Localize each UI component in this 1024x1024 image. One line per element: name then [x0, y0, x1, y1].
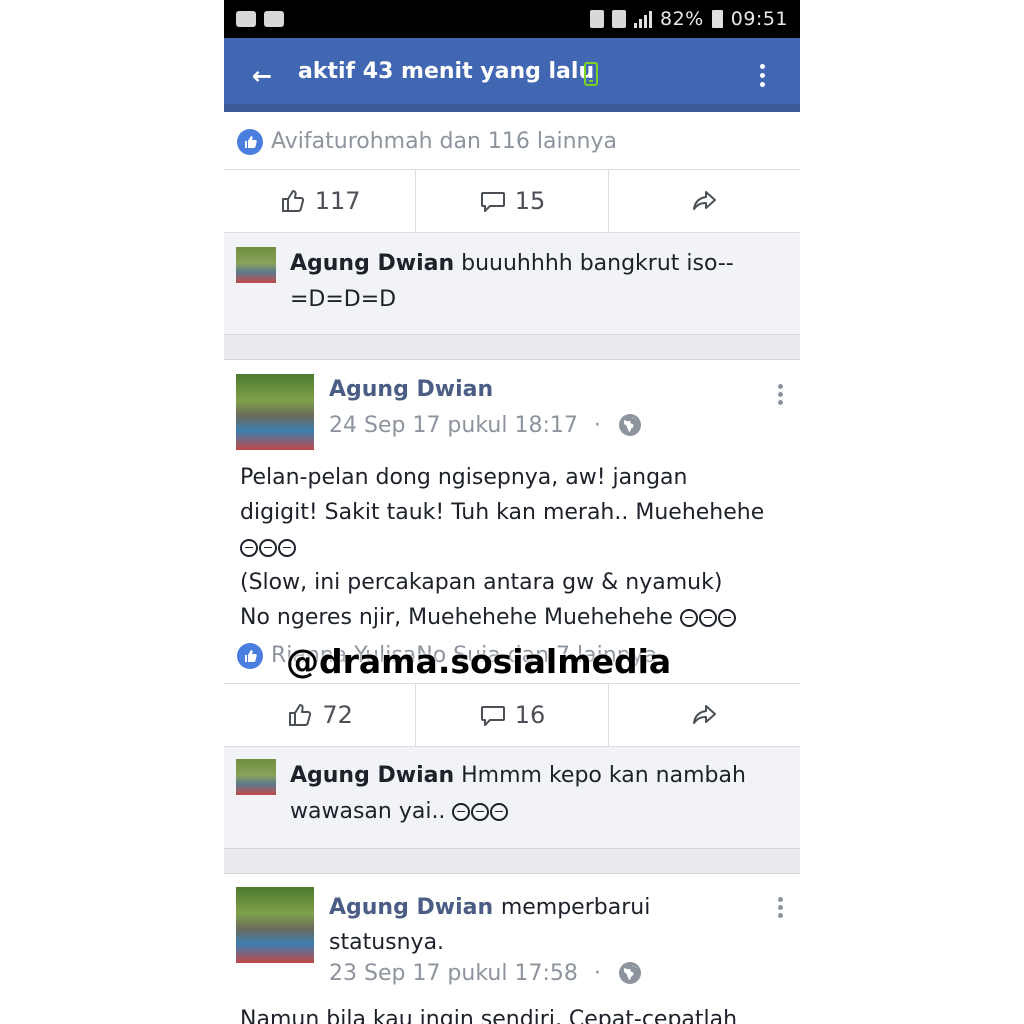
post-options-icon[interactable] [778, 897, 784, 921]
like-button[interactable]: 72 [224, 684, 417, 746]
public-globe-icon [618, 962, 641, 984]
back-arrow-icon[interactable]: ← [252, 62, 272, 90]
status-bar: 82% 09:51 [224, 0, 800, 38]
public-globe-icon [618, 414, 641, 436]
post-author-name[interactable]: Agung Dwian [329, 377, 493, 402]
clock: 09:51 [730, 8, 788, 30]
comment-text: Agung Dwian Hmmm kepo kan nambah wawasan… [290, 763, 746, 824]
comment-bubble-icon [480, 706, 505, 726]
post-meta: 23 Sep 17 pukul 17:58 · [329, 960, 643, 986]
share-arrow-icon [693, 705, 717, 724]
author-avatar[interactable] [236, 887, 314, 963]
grinning-emoji-icon [679, 609, 698, 627]
share-arrow-icon [693, 191, 717, 210]
commenter-avatar[interactable] [236, 759, 276, 795]
header-title: aktif 43 menit yang lalu [298, 59, 595, 84]
comment-preview[interactable]: Agung Dwian buuuhhhh bangkrut iso-- =D=D… [224, 233, 800, 335]
like-button[interactable]: 117 [224, 170, 417, 232]
likes-summary[interactable]: Avifaturohmah dan 116 lainnya [224, 114, 800, 170]
comment-count: 16 [514, 701, 546, 729]
watermark-text: @drama.sosialmedia [286, 642, 672, 681]
comment-button[interactable]: 15 [416, 170, 609, 232]
commenter-name[interactable]: Agung Dwian [290, 763, 454, 788]
like-count: 117 [314, 187, 361, 215]
grinning-emoji-icon [240, 539, 258, 557]
chat-notification-icon [264, 11, 284, 27]
commenter-avatar[interactable] [236, 247, 276, 283]
chat-header: ← aktif 43 menit yang lalu [224, 38, 800, 112]
overflow-menu-icon[interactable] [760, 64, 766, 91]
header-shadow [224, 104, 800, 112]
post-meta: 24 Sep 17 pukul 18:17 · [329, 412, 643, 438]
feed-separator [224, 335, 800, 360]
sim-icon [590, 10, 604, 28]
comment-bubble-icon [480, 192, 505, 212]
phone-screen: 82% 09:51 ← aktif 43 menit yang lalu Avi… [224, 0, 800, 1024]
thumbs-up-icon [281, 190, 304, 212]
feed-separator [224, 849, 800, 874]
comment-preview[interactable]: Agung Dwian Hmmm kepo kan nambah wawasan… [224, 747, 800, 849]
post-actions: 117 15 [224, 170, 800, 233]
post-actions: 72 16 [224, 684, 800, 747]
share-button[interactable] [609, 684, 800, 746]
author-avatar[interactable] [236, 374, 314, 450]
like-reaction-icon [237, 128, 263, 155]
comment-count: 15 [514, 187, 546, 215]
battery-percent: 82% [660, 8, 704, 30]
bbm-notification-icon [236, 11, 256, 27]
post-body: Namun bila kau ingin sendiri, Cepat-cepa… [240, 1007, 738, 1024]
post-author-name[interactable]: Agung Dwian [329, 895, 493, 920]
emoji-row [240, 530, 784, 565]
post-date[interactable]: 24 Sep 17 pukul 18:17 [329, 413, 578, 438]
comment-text: Agung Dwian buuuhhhh bangkrut iso-- =D=D… [290, 251, 734, 312]
grinning-emoji-icon [471, 803, 490, 821]
post-date[interactable]: 23 Sep 17 pukul 17:58 [329, 961, 578, 986]
battery-icon [711, 10, 723, 28]
comment-button[interactable]: 16 [416, 684, 609, 746]
grinning-emoji-icon [717, 609, 736, 627]
sim-signal-icon [612, 10, 626, 28]
like-reaction-icon [237, 642, 263, 669]
share-button[interactable] [609, 170, 800, 232]
commenter-name[interactable]: Agung Dwian [290, 251, 454, 276]
post-header-text: Agung Dwian memperbarui statusnya. [329, 895, 651, 955]
post-body: Pelan-pelan dong ngisepnya, aw! jangan d… [240, 460, 784, 635]
grinning-emoji-icon [698, 609, 717, 627]
grinning-emoji-icon [490, 803, 509, 821]
post-options-icon[interactable] [778, 384, 784, 408]
like-count: 72 [322, 701, 353, 729]
signal-icon [634, 10, 652, 28]
likes-summary-text: Avifaturohmah dan 116 lainnya [271, 129, 617, 154]
mobile-phone-icon [584, 62, 598, 86]
grinning-emoji-icon [259, 539, 277, 557]
grinning-emoji-icon [278, 539, 296, 557]
thumbs-up-icon [289, 704, 312, 726]
grinning-emoji-icon [452, 803, 471, 821]
